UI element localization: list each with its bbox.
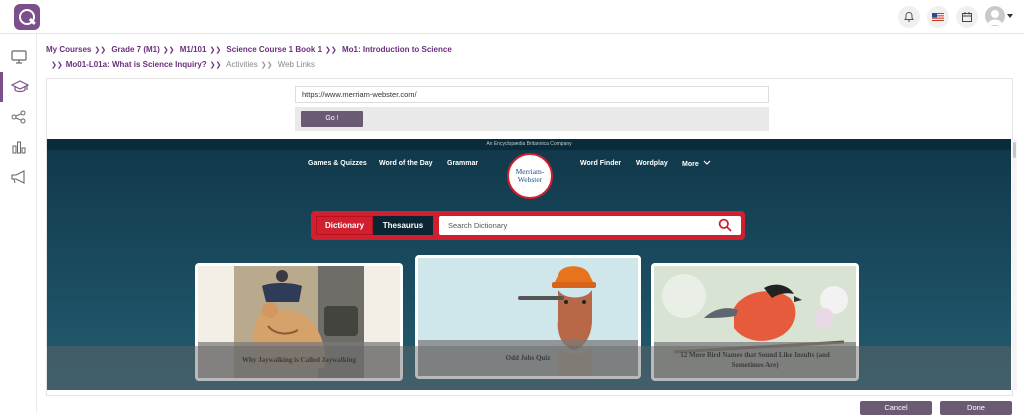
breadcrumb-grade[interactable]: Grade 7 (M1) <box>111 45 159 54</box>
nav-word-of-the-day[interactable]: Word of the Day <box>379 160 433 167</box>
loading-overlay <box>47 346 1011 390</box>
bell-icon[interactable] <box>898 6 920 28</box>
sidebar-item-announcements[interactable] <box>0 162 37 192</box>
sidebar-item-reports[interactable] <box>0 132 37 162</box>
url-field[interactable]: https://www.merriam-webster.com/ <box>295 86 769 103</box>
nav-more-label: More <box>682 161 699 168</box>
calendar-icon[interactable] <box>956 6 978 28</box>
sidebar <box>0 34 37 413</box>
double-chevron-icon: ❯❯ <box>209 62 222 69</box>
double-chevron-icon: ❯❯ <box>94 47 107 54</box>
web-frame[interactable]: An Encyclopædia Britannica Company Games… <box>47 139 1011 390</box>
chevron-down-icon[interactable] <box>1007 14 1013 18</box>
top-bar <box>0 0 1024 34</box>
go-toolbar <box>295 107 769 131</box>
frame-scrollbar-thumb[interactable] <box>1013 142 1016 158</box>
chevron-down-icon <box>703 160 711 165</box>
graduation-cap-icon <box>11 80 29 93</box>
frame-scrollbar[interactable] <box>1012 139 1017 390</box>
breadcrumb-activities[interactable]: Activities <box>226 60 258 69</box>
double-chevron-icon: ❯❯ <box>51 62 63 69</box>
tab-thesaurus[interactable]: Thesaurus <box>373 216 433 235</box>
go-button[interactable]: Go ! <box>301 111 363 127</box>
breadcrumb: My Courses ❯❯ Grade 7 (M1) ❯❯ M1/101 ❯❯ Sci… <box>46 43 986 73</box>
britannica-tagline: An Encyclopædia Britannica Company <box>47 139 1011 150</box>
tab-dictionary[interactable]: Dictionary <box>316 216 373 235</box>
breadcrumb-web-links: Web Links <box>277 60 315 69</box>
us-flag-icon[interactable] <box>927 6 949 28</box>
sidebar-item-dashboard[interactable] <box>0 42 37 72</box>
user-icon <box>987 10 1003 25</box>
nav-more[interactable]: More <box>682 160 711 168</box>
breadcrumb-module[interactable]: Mo1: Introduction to Science <box>342 45 452 54</box>
dictionary-search-input[interactable]: Search Dictionary <box>439 216 741 235</box>
bar-chart-icon <box>12 141 25 154</box>
merriam-webster-logo[interactable]: Merriam- Webster <box>507 153 553 199</box>
monitor-icon <box>10 50 27 64</box>
breadcrumb-course[interactable]: Science Course 1 Book 1 <box>226 45 322 54</box>
search-icon[interactable] <box>718 218 732 232</box>
sidebar-item-courses[interactable] <box>0 72 37 102</box>
double-chevron-icon: ❯❯ <box>325 47 337 54</box>
share-nodes-icon <box>11 110 25 124</box>
app-logo[interactable] <box>14 4 40 30</box>
double-chevron-icon: ❯❯ <box>260 62 273 69</box>
sidebar-item-network[interactable] <box>0 102 37 132</box>
avatar[interactable] <box>985 6 1005 26</box>
double-chevron-icon: ❯❯ <box>209 47 222 54</box>
nav-grammar[interactable]: Grammar <box>447 160 478 167</box>
double-chevron-icon: ❯❯ <box>162 47 175 54</box>
breadcrumb-my-courses[interactable]: My Courses <box>46 45 91 54</box>
megaphone-icon <box>10 170 25 184</box>
breadcrumb-class[interactable]: M1/101 <box>180 45 207 54</box>
nav-games-quizzes[interactable]: Games & Quizzes <box>308 160 367 167</box>
nav-word-finder[interactable]: Word Finder <box>580 160 621 167</box>
breadcrumb-lesson[interactable]: Mo01-L01a: What is Science Inquiry? <box>66 60 207 69</box>
nav-wordplay[interactable]: Wordplay <box>636 160 668 167</box>
